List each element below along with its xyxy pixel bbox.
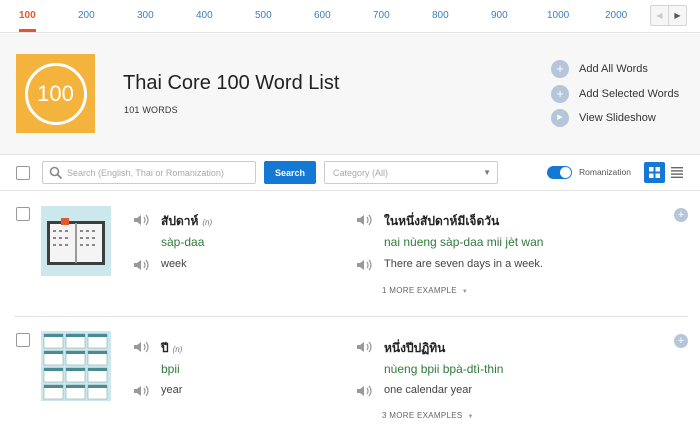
word-select-checkbox[interactable] [16, 207, 30, 221]
example-romanization: nai nùeng sàp-daa mii jèt wan [384, 235, 544, 249]
grid-icon [649, 167, 660, 178]
search-button[interactable]: Search [264, 161, 316, 184]
speaker-icon[interactable] [134, 214, 150, 226]
add-selected-words-button[interactable]: + Add Selected Words [551, 84, 680, 103]
tab-400[interactable]: 400 [196, 10, 213, 21]
add-all-words-button[interactable]: + Add All Words [551, 60, 679, 78]
more-examples-label: 3 MORE EXAMPLES [382, 411, 463, 420]
category-select[interactable]: Category (All) ▼ [324, 161, 498, 184]
more-examples-label: 1 MORE EXAMPLE [382, 286, 457, 295]
romanization-label: Romanization [579, 167, 631, 177]
speaker-icon[interactable] [357, 385, 373, 397]
tab-800[interactable]: 800 [432, 10, 449, 21]
header-actions: + Add All Words + Add Selected Words ▶ V… [551, 60, 679, 134]
word-thai-text: สัปดาห์ [161, 214, 199, 228]
add-selected-words-label: Add Selected Words [579, 87, 680, 100]
filter-toolbar: Search Category (All) ▼ Romanization [0, 154, 700, 191]
calendar-week-image [41, 206, 111, 276]
list-icon [670, 167, 683, 178]
tab-1000[interactable]: 1000 [547, 10, 569, 21]
speaker-icon[interactable] [134, 385, 150, 397]
chevron-down-icon: ▼ [467, 414, 474, 420]
tab-600[interactable]: 600 [314, 10, 331, 21]
tab-500[interactable]: 500 [255, 10, 272, 21]
search-input[interactable] [67, 165, 252, 181]
word-romanization: bpii [161, 362, 180, 376]
view-slideshow-label: View Slideshow [579, 112, 656, 124]
view-slideshow-button[interactable]: ▶ View Slideshow [551, 109, 679, 127]
example-romanization: nùeng bpii bpà-dtì-thin [384, 362, 504, 376]
example-thai: ในหนึ่งสัปดาห์มีเจ็ดวัน [384, 214, 500, 228]
search-icon [49, 166, 63, 180]
category-select-value: Category (All) [333, 168, 389, 178]
word-thai: สัปดาห์ (n) [161, 212, 212, 231]
speaker-icon[interactable] [357, 259, 373, 271]
add-word-button[interactable]: + [674, 208, 688, 222]
page-title: Thai Core 100 Word List [123, 72, 340, 94]
tab-700[interactable]: 700 [373, 10, 390, 21]
speaker-icon[interactable] [357, 341, 373, 353]
tab-100[interactable]: 100 [19, 10, 36, 21]
tab-2000[interactable]: 2000 [605, 10, 627, 21]
plus-icon: + [551, 60, 569, 78]
more-examples-link[interactable]: 3 MORE EXAMPLES ▼ [382, 411, 474, 420]
pager-controls: ◀ ▶ [650, 5, 687, 26]
word-romanization: sàp-daa [161, 235, 205, 249]
play-icon: ▶ [551, 109, 569, 127]
list-badge-icon: 100 [16, 54, 95, 133]
calendar-year-image [41, 331, 111, 401]
word-select-checkbox[interactable] [16, 333, 30, 347]
example-thai: หนึ่งปีปฏิทิน [384, 341, 446, 355]
select-all-checkbox[interactable] [16, 166, 30, 180]
word-count: 101 WORDS [124, 105, 178, 115]
part-of-speech: (n) [202, 218, 213, 227]
active-tab-indicator [19, 29, 36, 32]
speaker-icon[interactable] [134, 259, 150, 271]
example-english: There are seven days in a week. [384, 258, 543, 270]
chevron-down-icon: ▼ [461, 289, 469, 295]
tab-300[interactable]: 300 [137, 10, 154, 21]
list-badge-text: 100 [24, 62, 87, 125]
speaker-icon[interactable] [357, 214, 373, 226]
word-row: ปี (n) bpii year หนึ่งปีปฏิทิน nùeng bpii… [0, 317, 700, 435]
part-of-speech: (n) [172, 345, 183, 354]
more-examples-link[interactable]: 1 MORE EXAMPLE ▼ [382, 286, 468, 295]
romanization-toggle[interactable] [547, 166, 572, 179]
tab-900[interactable]: 900 [491, 10, 508, 21]
chevron-down-icon: ▼ [483, 168, 491, 177]
plus-icon: + [551, 84, 569, 103]
word-row: สัปดาห์ (n) sàp-daa week ในหนึ่งสัปดาห์มี… [0, 191, 700, 317]
add-all-words-label: Add All Words [579, 63, 648, 75]
word-thai: ปี (n) [161, 339, 182, 358]
search-field [42, 161, 256, 184]
list-view-button[interactable] [667, 162, 686, 183]
word-english: year [161, 384, 183, 396]
grid-view-button[interactable] [644, 162, 665, 183]
chevron-right-icon[interactable]: ▶ [669, 6, 686, 25]
word-thai-text: ปี [161, 341, 169, 355]
list-header: 100 Thai Core 100 Word List 101 WORDS + … [0, 34, 700, 154]
pagination-tabs: 100 200 300 400 500 600 700 800 900 1000… [0, 0, 700, 33]
tab-200[interactable]: 200 [78, 10, 95, 21]
example-english: one calendar year [384, 384, 473, 396]
speaker-icon[interactable] [134, 341, 150, 353]
add-word-button[interactable]: + [674, 334, 688, 348]
chevron-left-icon[interactable]: ◀ [651, 6, 669, 25]
toggle-knob [560, 167, 571, 178]
word-english: week [161, 258, 187, 270]
